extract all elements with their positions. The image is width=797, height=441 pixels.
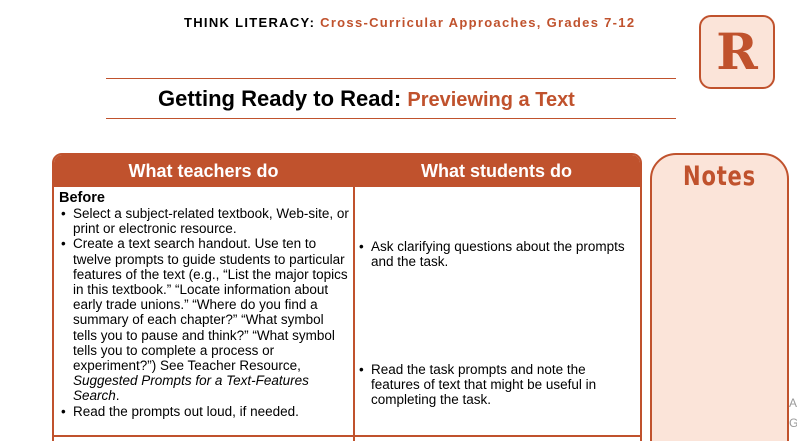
notes-panel: Notes xyxy=(650,153,789,441)
resource-title: Suggested Prompts for a Text-Features Se… xyxy=(73,373,309,404)
list-item-text-end: . xyxy=(115,388,120,404)
edge-text: A G xyxy=(789,393,797,433)
students-item-2: Read the task prompts and note the featu… xyxy=(357,362,637,408)
strategy-table: What teachers do What students do Before… xyxy=(52,153,642,441)
title-rule-bottom xyxy=(106,118,676,119)
list-item: Read the task prompts and note the featu… xyxy=(357,362,637,408)
teachers-column: Before Select a subject-related textbook… xyxy=(59,190,351,419)
teacher-list: Select a subject-related textbook, Web-s… xyxy=(59,206,351,419)
students-item-1: Ask clarifying questions about the promp… xyxy=(357,239,637,269)
row-divider xyxy=(54,435,640,437)
document-header: THINK LITERACY: Cross-Curricular Approac… xyxy=(184,15,635,30)
series-title: THINK LITERACY: xyxy=(184,15,316,30)
title-rule-top xyxy=(106,78,676,79)
list-item: Ask clarifying questions about the promp… xyxy=(357,239,637,269)
page-title-main: Getting Ready to Read: xyxy=(158,86,402,111)
page-title-accent: Previewing a Text xyxy=(407,89,575,111)
section-badge: R xyxy=(699,15,775,89)
list-item-text: Create a text search handout. Use ten to… xyxy=(73,236,348,374)
list-item: Select a subject-related textbook, Web-s… xyxy=(59,206,351,236)
teachers-column-header: What teachers do xyxy=(128,160,279,181)
students-column-header: What students do xyxy=(420,160,572,181)
section-label-before: Before xyxy=(59,190,105,206)
list-item: Read the prompts out loud, if needed. xyxy=(59,404,351,419)
notes-label: Notes xyxy=(683,161,756,192)
column-divider xyxy=(353,187,355,441)
edge-letter: A xyxy=(789,396,797,410)
list-item: Create a text search handout. Use ten to… xyxy=(59,236,351,403)
page-title: Getting Ready to Read: Previewing a Text xyxy=(0,86,797,112)
edge-letter: G xyxy=(789,416,797,430)
series-subtitle: Cross-Curricular Approaches, Grades 7-12 xyxy=(320,15,636,30)
badge-letter: R xyxy=(716,22,758,81)
table-header-row: What teachers do What students do xyxy=(54,155,640,187)
